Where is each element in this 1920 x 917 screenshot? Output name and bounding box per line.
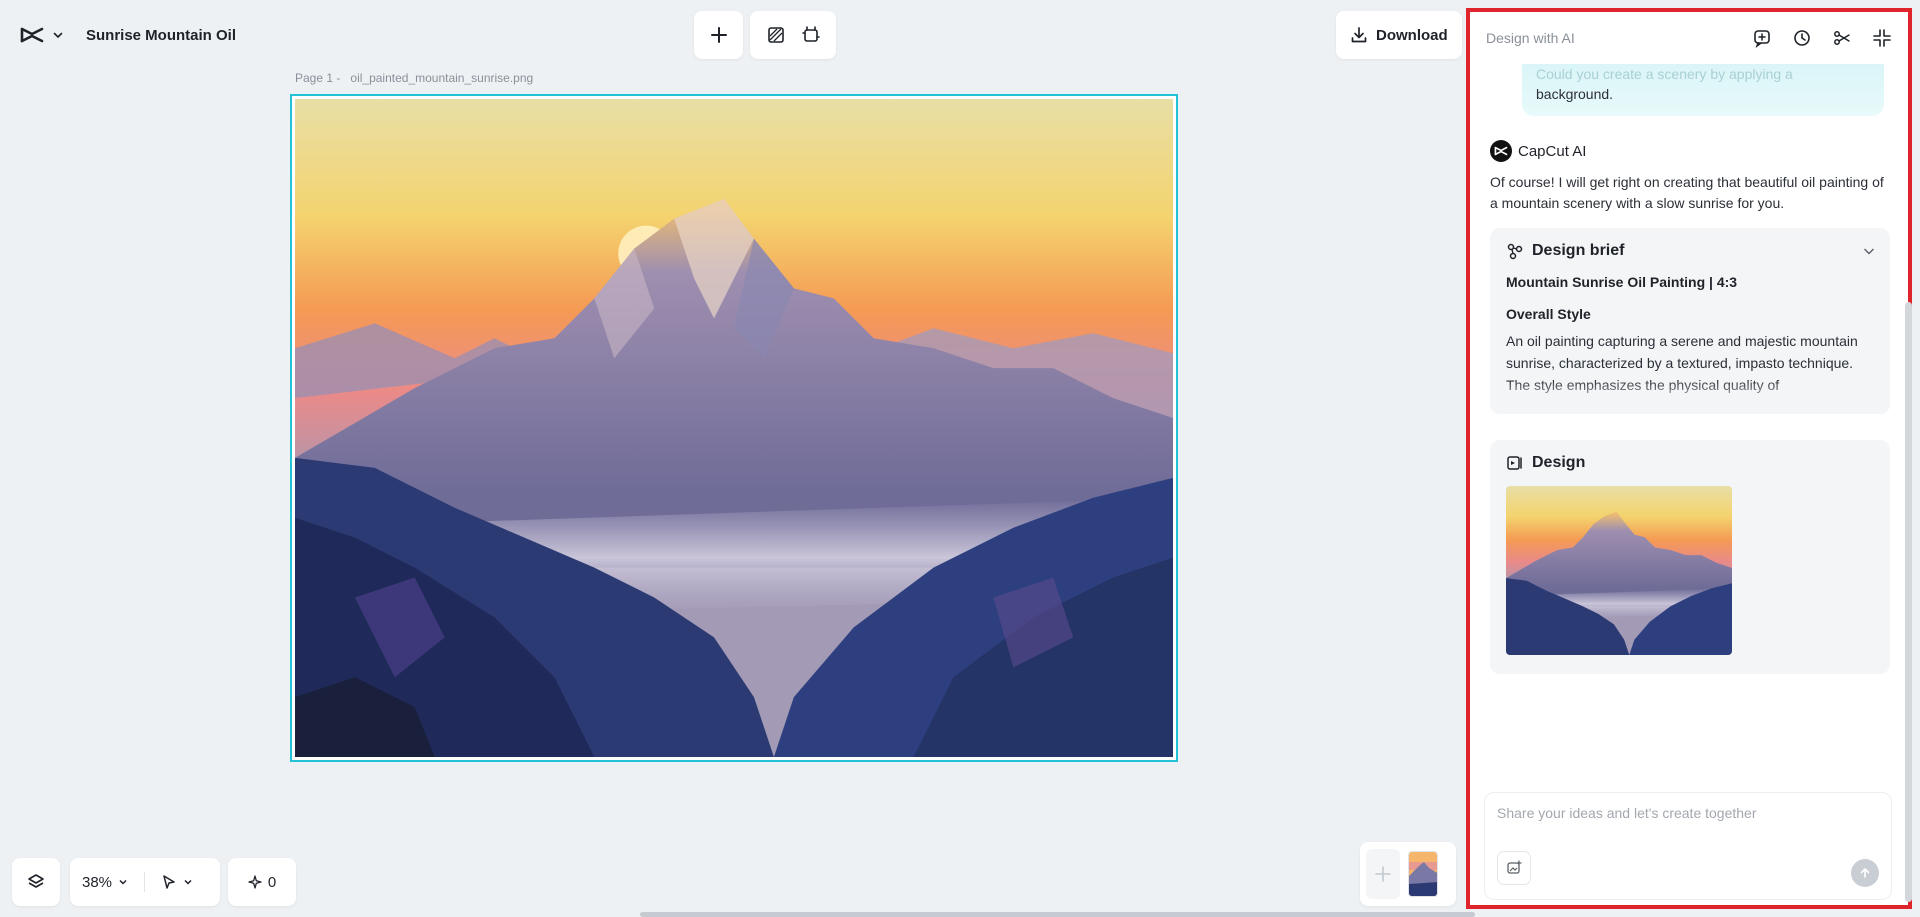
panel-title: Design with AI [1486,30,1575,46]
new-chat-icon[interactable] [1752,28,1772,48]
brief-style-title: Overall Style [1506,306,1591,322]
add-page-button[interactable] [1366,849,1400,899]
download-label: Download [1376,26,1448,44]
chevron-down-icon[interactable] [183,877,193,887]
design-thumbnail[interactable] [1506,486,1732,655]
pointer-icon[interactable] [161,874,177,890]
project-title[interactable]: Sunrise Mountain Oil [86,27,236,44]
arrow-up-icon [1859,867,1871,879]
user-message-faded: Could you create a scenery by applying a [1536,66,1793,82]
collapse-icon[interactable] [1872,28,1892,48]
capcut-logo-icon[interactable] [20,26,44,44]
mountain-painting-image[interactable] [295,99,1173,757]
brief-heading: Mountain Sunrise Oil Painting | 4:3 [1506,274,1738,290]
design-title: Design [1532,454,1586,471]
download-button[interactable]: Download [1336,11,1462,59]
page-label: Page 1 - oil_painted_mountain_sunrise.pn… [295,71,533,85]
project-header: Sunrise Mountain Oil [8,13,248,57]
file-name: oil_painted_mountain_sunrise.png [350,71,534,85]
design-with-ai-panel: Design with AI Could you create a scener… [1466,8,1912,909]
panel-scrollbar[interactable] [1905,302,1912,902]
design-result-card: Design [1490,440,1890,674]
page-thumbnail[interactable] [1408,851,1438,897]
brief-fade-overlay [1490,380,1890,414]
ai-author: CapCut AI [1490,140,1890,162]
design-brief-icon [1506,242,1524,260]
design-brief-title: Design brief [1532,242,1625,259]
remove-background-icon[interactable] [766,25,786,45]
ai-message: Of course! I will get right on creating … [1490,174,1884,211]
send-button[interactable] [1851,859,1879,887]
chat-input[interactable] [1497,805,1877,821]
download-icon [1350,26,1368,44]
design-brief-header: Design brief [1506,242,1874,260]
resize-icon[interactable] [801,25,821,45]
design-icon [1506,454,1524,472]
canvas-image-frame[interactable] [290,94,1178,762]
pages-strip [1360,842,1456,906]
upload-image-button[interactable] [1497,851,1531,885]
chat-history[interactable]: Could you create a scenery by applying a… [1470,64,1908,784]
chevron-down-icon[interactable] [52,29,64,41]
panel-actions [1752,28,1892,48]
credits-count: 0 [267,873,277,891]
credits-button[interactable]: 0 [228,858,296,906]
layers-button[interactable] [12,858,60,906]
image-tools [750,11,836,59]
user-message-bubble: Could you create a scenery by applying a… [1522,64,1884,116]
sparkle-icon [248,875,262,889]
design-header: Design [1506,454,1874,472]
design-brief-card[interactable]: Design brief Mountain Sunrise Oil Painti… [1490,228,1890,414]
share-icon[interactable] [1832,28,1852,48]
plus-icon [710,26,728,44]
horizontal-scrollbar[interactable] [640,912,1475,917]
chevron-down-icon[interactable] [118,877,128,887]
page-number-label: Page 1 - [295,71,341,85]
chat-composer [1484,792,1892,900]
zoom-level[interactable]: 38% [82,874,112,891]
ai-author-name: CapCut AI [1518,142,1587,160]
zoom-controls: 38% [70,858,220,906]
user-message-text: background. [1536,86,1614,102]
panel-header: Design with AI [1470,12,1908,64]
capcut-ai-avatar [1490,140,1512,162]
history-icon[interactable] [1792,28,1812,48]
add-element-button[interactable] [694,11,743,59]
plus-icon [1373,864,1393,884]
divider [144,872,146,892]
image-upload-icon [1506,860,1522,876]
chevron-down-icon[interactable] [1862,244,1876,258]
layers-icon [27,873,45,891]
